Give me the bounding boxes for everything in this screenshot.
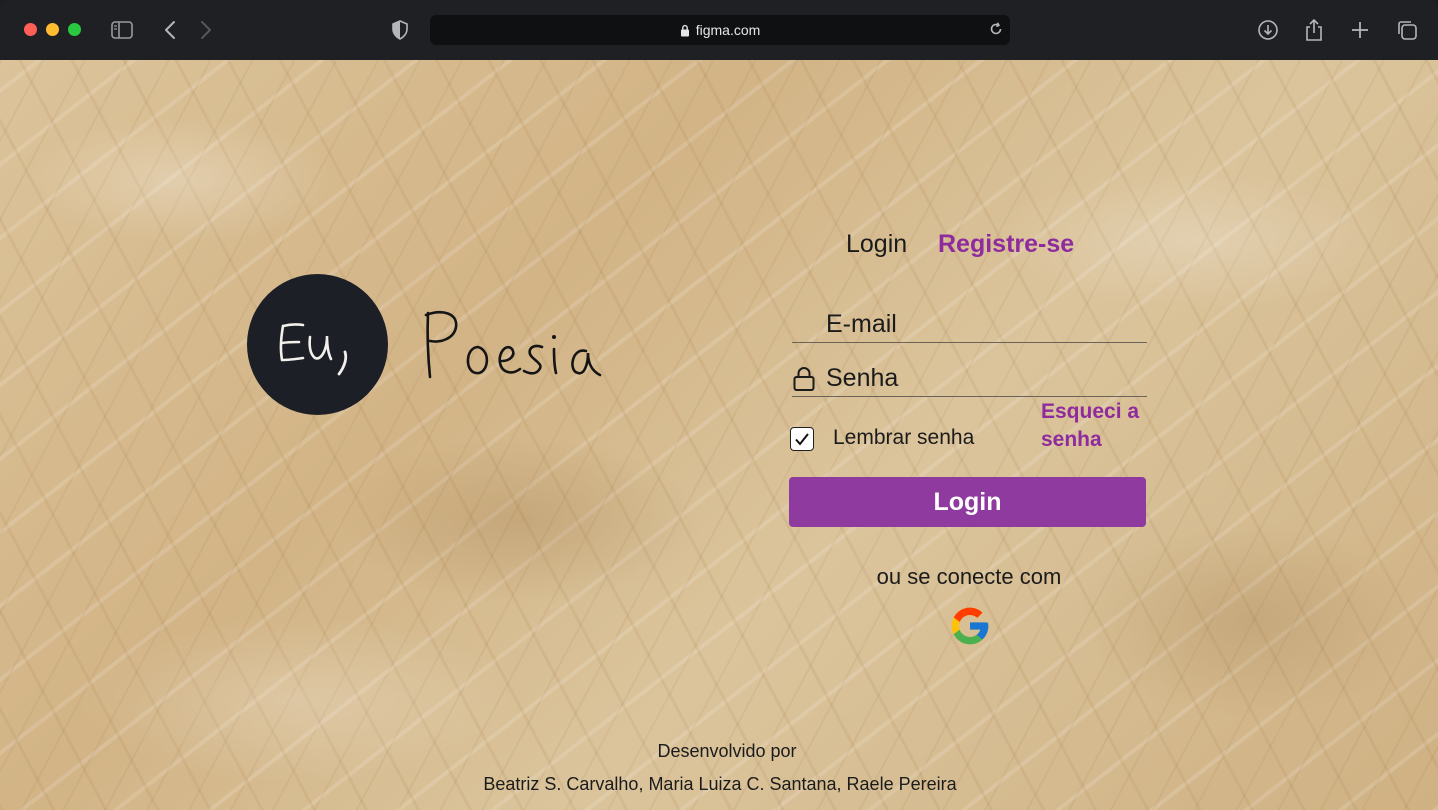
google-icon[interactable] bbox=[948, 604, 992, 648]
new-tab-icon[interactable] bbox=[1350, 18, 1370, 42]
email-input[interactable] bbox=[826, 306, 1141, 342]
tab-register[interactable]: Registre-se bbox=[938, 230, 1074, 259]
credit-authors: Beatriz S. Carvalho, Maria Luiza C. Sant… bbox=[483, 774, 957, 794]
privacy-shield-icon[interactable] bbox=[390, 18, 410, 42]
logo-eu-glyph bbox=[279, 323, 348, 376]
poesia-wordmark bbox=[424, 311, 602, 379]
email-field bbox=[792, 306, 1147, 343]
forward-icon[interactable] bbox=[196, 18, 216, 42]
remember-checkbox[interactable] bbox=[790, 427, 814, 451]
forgot-password-link[interactable]: Esqueci a senha bbox=[1041, 398, 1151, 454]
share-icon[interactable] bbox=[1304, 18, 1324, 42]
back-icon[interactable] bbox=[160, 18, 180, 42]
reload-icon[interactable] bbox=[988, 21, 1004, 40]
password-field bbox=[792, 360, 1147, 397]
tab-overview-icon[interactable] bbox=[1395, 18, 1419, 42]
browser-toolbar: figma.com bbox=[0, 0, 1438, 60]
lock-icon bbox=[680, 24, 690, 37]
remember-label: Lembrar senha bbox=[833, 426, 975, 449]
login-page: Login Registre-se Lembrar senha Esqueci … bbox=[0, 60, 1438, 810]
url-text: figma.com bbox=[695, 22, 761, 38]
minimize-window-button[interactable] bbox=[46, 23, 59, 36]
alt-connect-text: ou se conecte com bbox=[876, 564, 1062, 589]
lock-icon bbox=[792, 366, 816, 397]
credit-label: Desenvolvido por bbox=[657, 741, 797, 761]
close-window-button[interactable] bbox=[24, 23, 37, 36]
sidebar-toggle-icon[interactable] bbox=[110, 18, 134, 42]
password-input[interactable] bbox=[826, 360, 1141, 396]
maximize-window-button[interactable] bbox=[68, 23, 81, 36]
login-button[interactable]: Login bbox=[789, 477, 1146, 527]
address-bar[interactable]: figma.com bbox=[430, 15, 1010, 45]
tab-login[interactable]: Login bbox=[846, 230, 907, 259]
logo-badge bbox=[247, 274, 388, 415]
downloads-icon[interactable] bbox=[1256, 18, 1280, 42]
checkmark-icon bbox=[795, 433, 809, 446]
